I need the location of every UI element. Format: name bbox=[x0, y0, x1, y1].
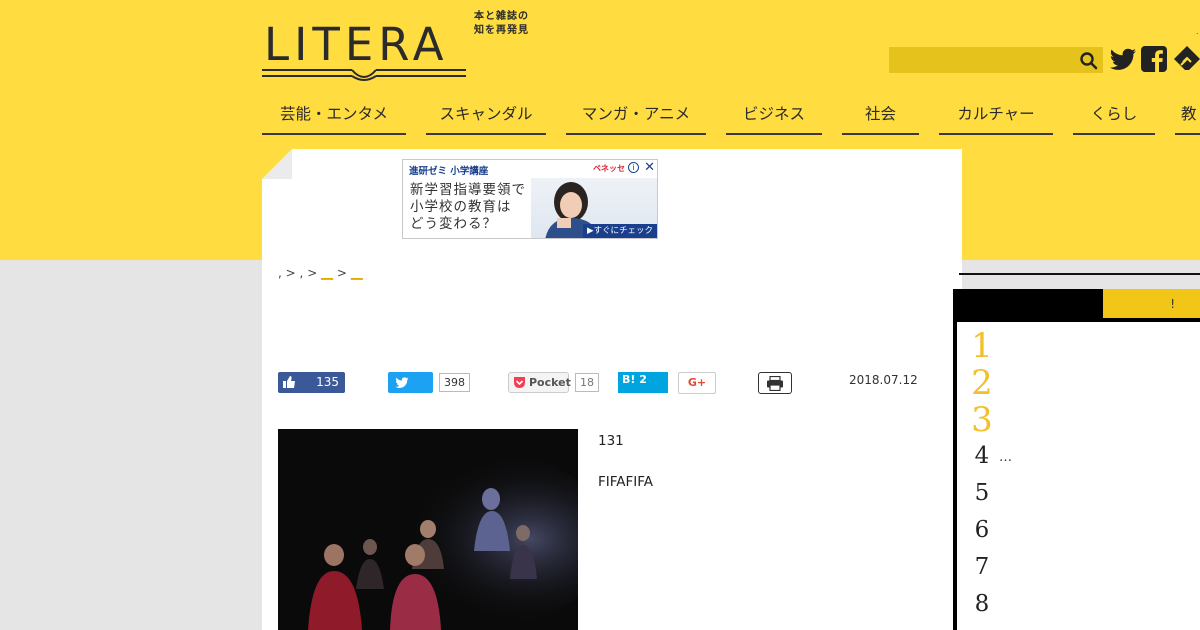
facebook-icon[interactable] bbox=[1140, 44, 1170, 74]
site-tagline: 本と雑誌の 知を再発見 bbox=[474, 11, 529, 36]
cave-photo-illustration bbox=[278, 429, 578, 630]
card-corner-cut bbox=[262, 149, 292, 179]
ad-headline: 新学習指導要領で 小学校の教育は どう変わる？ bbox=[410, 182, 526, 232]
print-button[interactable] bbox=[758, 372, 792, 394]
rank-number: 7 bbox=[974, 554, 990, 580]
breadcrumb-separator: > bbox=[307, 266, 318, 280]
hatena-bookmark-button[interactable]: B! 2 bbox=[618, 372, 668, 393]
rank-number: 2 bbox=[971, 363, 993, 403]
ranking-tab[interactable]: ! bbox=[1103, 289, 1200, 318]
twitter-share-button[interactable] bbox=[388, 372, 433, 393]
ad-cta[interactable]: ▶すぐにチェック bbox=[582, 224, 657, 238]
breadcrumb-home[interactable]: , bbox=[278, 266, 282, 280]
site-logo[interactable]: LITERA 本と雑誌の 知を再発見 bbox=[262, 10, 542, 86]
twitter-icon[interactable] bbox=[1108, 44, 1138, 74]
nav-item-manga-anime[interactable]: マンガ・アニメ bbox=[566, 100, 706, 135]
ranking-list: 1 2 3 4 … 5 6 7 8 bbox=[957, 322, 1200, 630]
info-icon[interactable]: i bbox=[628, 162, 639, 173]
rank-number: 6 bbox=[974, 517, 990, 543]
feedly-icon[interactable] bbox=[1172, 44, 1200, 74]
nav-item-education[interactable]: 教 bbox=[1175, 100, 1200, 135]
rank-number: 5 bbox=[974, 480, 990, 506]
ranking-tab-active[interactable] bbox=[953, 289, 1103, 318]
breadcrumb-separator: > bbox=[336, 266, 347, 280]
rank-number: 8 bbox=[974, 591, 990, 617]
rank-number: 1 bbox=[971, 326, 993, 366]
pocket-button[interactable]: Pocket bbox=[508, 372, 571, 393]
ad-sponsor-logo: ベネッセ bbox=[593, 164, 625, 173]
rank-number: 4 bbox=[974, 443, 990, 469]
header-dot: . bbox=[1196, 27, 1199, 36]
nav-item-lifestyle[interactable]: くらし bbox=[1073, 100, 1155, 135]
article-paragraph: 131 bbox=[598, 433, 624, 449]
twitter-count: 398 bbox=[439, 373, 470, 392]
ad-banner[interactable]: 進研ゼミ 小学講座 新学習指導要領で 小学校の教育は どう変わる？ ベネッセ i… bbox=[402, 159, 658, 239]
pocket-icon bbox=[514, 377, 525, 388]
book-logo-icon bbox=[262, 69, 466, 81]
breadcrumb: , > , > __ > __ bbox=[278, 266, 363, 280]
twitter-icon bbox=[395, 377, 409, 388]
nav-item-business[interactable]: ビジネス bbox=[726, 100, 822, 135]
search-icon[interactable] bbox=[1078, 50, 1100, 70]
breadcrumb-link[interactable]: __ bbox=[321, 266, 333, 280]
breadcrumb-item[interactable]: , bbox=[300, 266, 304, 280]
facebook-like-button[interactable]: 135 bbox=[278, 372, 345, 393]
thumbs-up-icon bbox=[283, 376, 295, 388]
search-input[interactable] bbox=[889, 47, 1103, 73]
nav-item-culture[interactable]: カルチャー bbox=[939, 100, 1053, 135]
close-icon[interactable]: ✕ bbox=[644, 160, 655, 175]
rank-title[interactable]: … bbox=[999, 450, 1012, 465]
nav-item-society[interactable]: 社会 bbox=[842, 100, 919, 135]
hatena-label: B! 2 bbox=[622, 373, 647, 386]
pocket-label: Pocket bbox=[529, 376, 571, 389]
print-icon bbox=[767, 376, 783, 391]
facebook-count: 135 bbox=[316, 375, 339, 389]
sidebar-divider bbox=[959, 273, 1200, 275]
rank-number: 3 bbox=[971, 400, 993, 440]
article-photo bbox=[278, 429, 578, 630]
article-date: 2018.07.12 bbox=[849, 373, 918, 387]
google-plus-button[interactable]: G+ bbox=[678, 372, 716, 394]
pocket-count: 18 bbox=[575, 373, 599, 392]
logo-wordmark: LITERA bbox=[264, 18, 449, 71]
nav-item-entertainment[interactable]: 芸能・エンタメ bbox=[262, 100, 406, 135]
ad-brand: 進研ゼミ 小学講座 bbox=[409, 166, 489, 177]
article-paragraph: FIFAFIFA bbox=[598, 474, 654, 490]
nav-item-scandal[interactable]: スキャンダル bbox=[426, 100, 546, 135]
breadcrumb-separator: > bbox=[285, 266, 296, 280]
breadcrumb-link[interactable]: __ bbox=[351, 266, 363, 280]
